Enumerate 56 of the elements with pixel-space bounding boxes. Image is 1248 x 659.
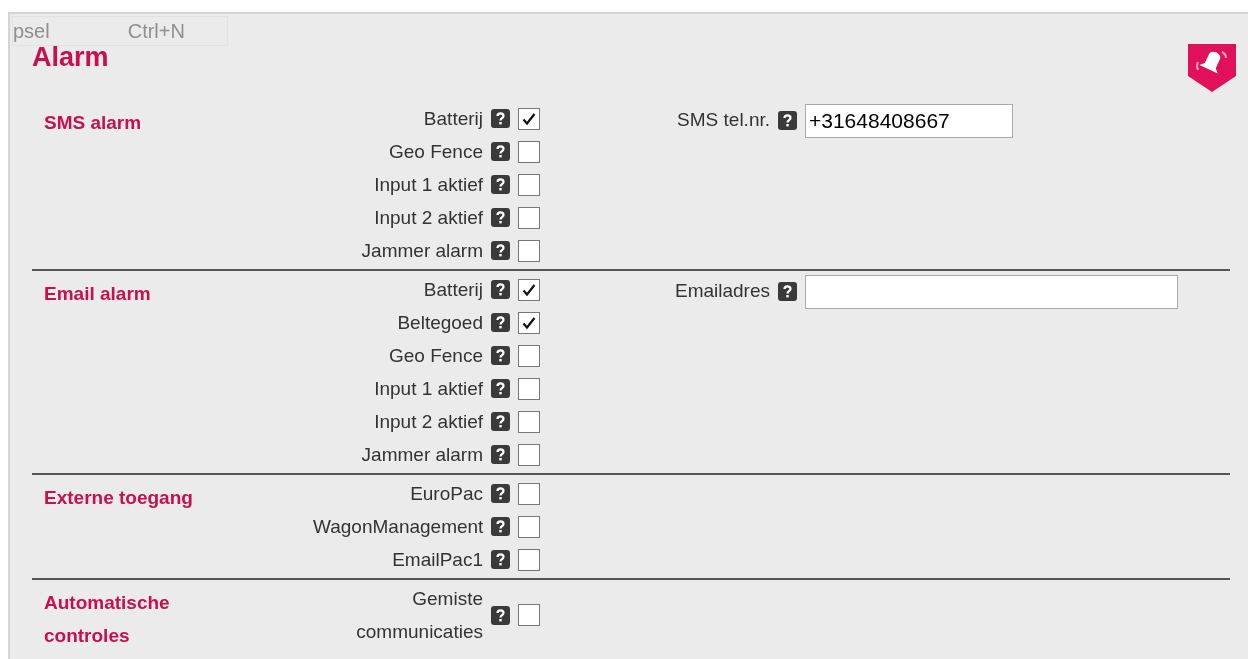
field-label: Emailadres [673,279,770,304]
checkbox[interactable] [518,239,540,262]
page-title: Alarm [32,44,109,71]
section-title: Email alarm [43,282,152,306]
option-label: Input 1 aktief [374,173,483,197]
checkbox[interactable] [518,443,540,466]
section-title: Automatische controles [43,591,171,648]
help-icon[interactable] [491,280,510,299]
section-title: Externe toegang [43,486,194,510]
text-field[interactable]: +31648408667 [805,103,1013,138]
option-label: EmailPac1 [392,548,483,572]
option-label: Jammer alarm [361,443,483,467]
option-label: Gemiste communicaties [355,587,483,644]
checkbox[interactable] [518,344,540,367]
help-icon[interactable] [491,175,510,194]
help-icon[interactable] [778,111,797,130]
help-icon[interactable] [491,109,510,128]
help-icon[interactable] [491,313,510,332]
checkbox[interactable] [518,548,540,571]
help-icon[interactable] [491,517,510,536]
text-field[interactable] [805,274,1178,309]
help-icon[interactable] [778,282,797,301]
checkbox[interactable] [518,278,540,301]
option-label: Jammer alarm [361,239,483,263]
checkbox[interactable] [518,482,540,505]
help-icon[interactable] [491,484,510,503]
option-label: Input 1 aktief [374,377,483,401]
checkbox[interactable] [518,107,540,130]
checkbox[interactable] [518,173,540,196]
checkbox[interactable] [518,311,540,334]
help-icon[interactable] [491,346,510,365]
help-icon[interactable] [491,445,510,464]
help-icon[interactable] [491,605,510,625]
option-label: Beltegoed [397,311,483,335]
option-label: EuroPac [410,482,483,506]
help-icon[interactable] [491,412,510,431]
checkbox[interactable] [518,604,540,626]
help-icon[interactable] [491,142,510,161]
field-label: SMS tel.nr. [676,108,770,133]
checkbox[interactable] [518,140,540,163]
checkbox[interactable] [518,515,540,538]
option-label: Input 2 aktief [374,206,483,230]
option-label: Batterij [423,278,483,302]
option-label: WagonManagement [313,515,483,539]
checkbox[interactable] [518,377,540,400]
help-icon[interactable] [491,208,510,227]
section-title: SMS alarm [43,111,143,135]
help-icon[interactable] [491,379,510,398]
option-label: Input 2 aktief [374,410,483,434]
checkbox[interactable] [518,410,540,433]
checkbox[interactable] [518,206,540,229]
option-label: Batterij [423,107,483,131]
option-label: Geo Fence [389,344,483,368]
help-icon[interactable] [491,241,510,260]
option-label: Geo Fence [389,140,483,164]
help-icon[interactable] [491,550,510,569]
